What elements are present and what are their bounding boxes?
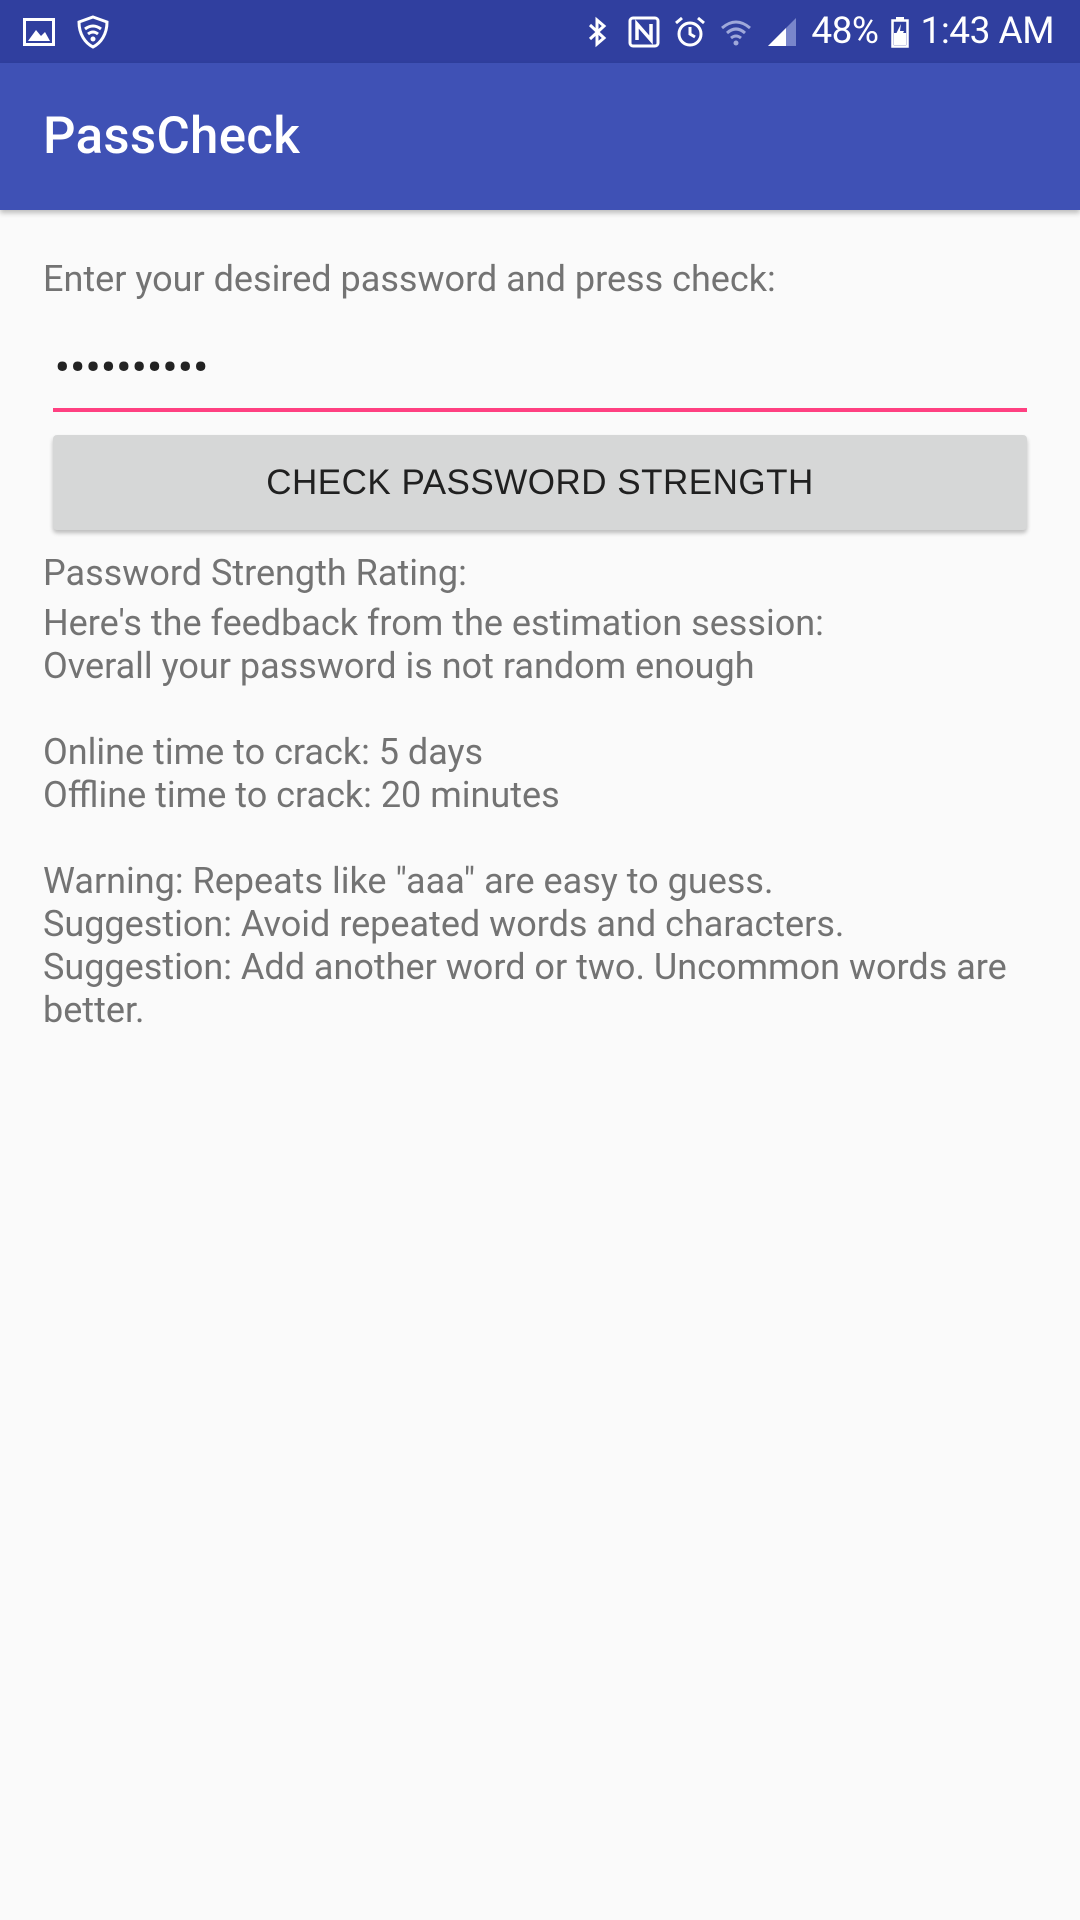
- bluetooth-icon: [581, 15, 615, 49]
- warning-text: Warning: Repeats like "aaa" are easy to …: [43, 860, 774, 902]
- alarm-icon: [673, 15, 707, 49]
- shield-wifi-icon: [76, 14, 110, 49]
- suggestion-text: Suggestion: Avoid repeated words and cha…: [43, 903, 845, 945]
- suggestion-text: Suggestion: Add another word or two. Unc…: [43, 946, 1007, 1031]
- image-icon: [22, 15, 56, 49]
- feedback-heading: Here's the feedback from the estimation …: [43, 602, 824, 644]
- signal-icon: [765, 15, 799, 49]
- battery-icon: [890, 15, 909, 49]
- password-prompt: Enter your desired password and press ch…: [43, 258, 776, 300]
- check-password-strength-button[interactable]: CHECK PASSWORD STRENGTH: [53, 435, 1027, 530]
- app-title: PassCheck: [43, 107, 301, 166]
- feedback-text: Here's the feedback from the estimation …: [43, 602, 1043, 1032]
- strength-rating-label: Password Strength Rating:: [43, 552, 467, 594]
- nfc-icon: [627, 15, 661, 49]
- overall-assessment: Overall your password is not random enou…: [43, 645, 755, 687]
- offline-crack-time: Offline time to crack: 20 minutes: [43, 774, 560, 816]
- password-input[interactable]: ••••••••••: [53, 340, 1027, 412]
- battery-percent: 48%: [811, 10, 879, 53]
- password-masked-value: ••••••••••: [55, 344, 209, 391]
- status-bar: 48% 1:43 AM: [0, 0, 1080, 63]
- online-crack-time: Online time to crack: 5 days: [43, 731, 484, 773]
- clock: 1:43 AM: [920, 10, 1055, 53]
- wifi-icon: [719, 15, 753, 49]
- app-bar: PassCheck: [0, 63, 1080, 210]
